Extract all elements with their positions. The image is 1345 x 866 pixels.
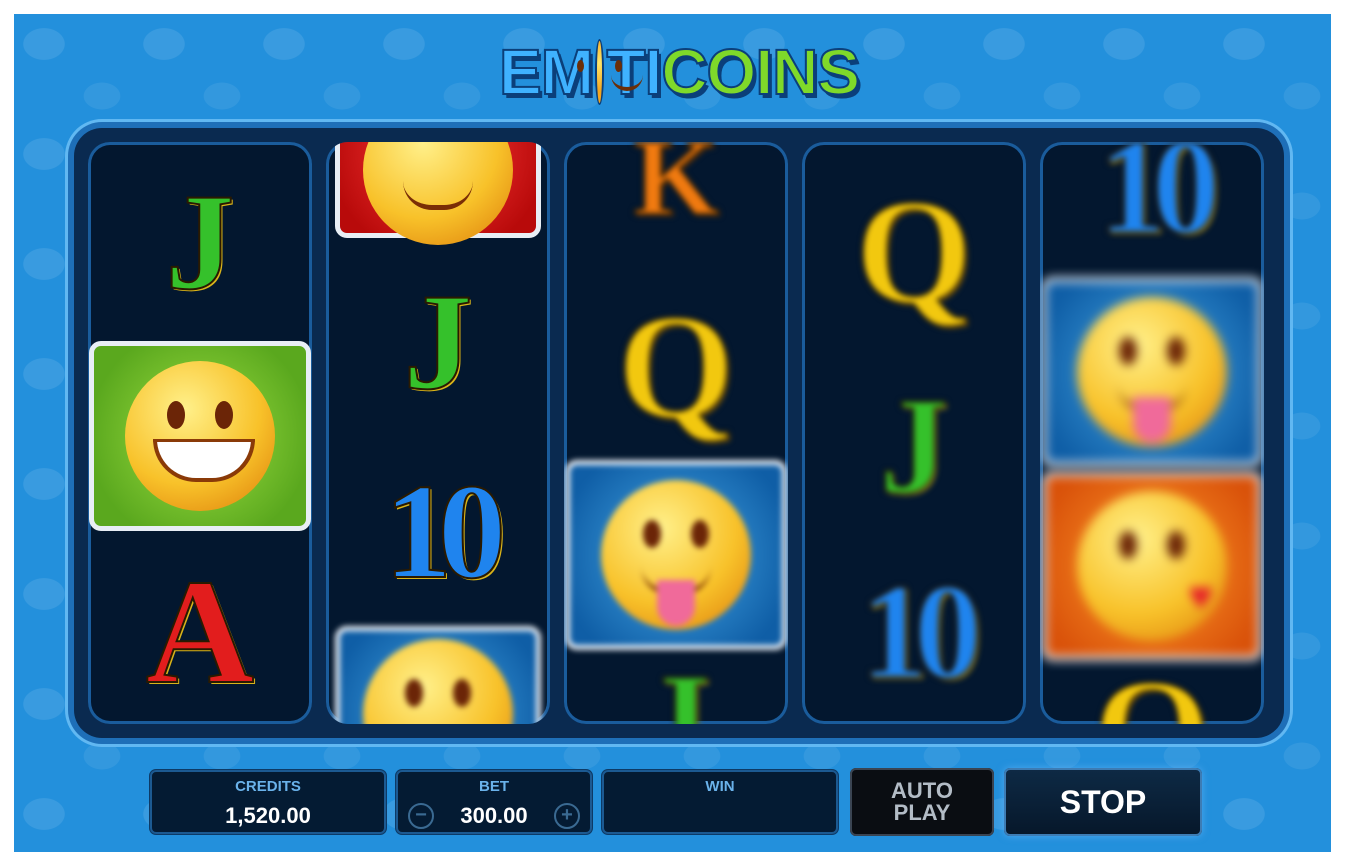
- symbol-wink-emoji: [326, 626, 550, 724]
- logo-smiley-icon: [576, 39, 643, 105]
- smile-tile: [89, 341, 311, 531]
- auto-play-button[interactable]: AUTO PLAY: [850, 768, 994, 836]
- symbol-j-glyph: J: [879, 369, 950, 522]
- symbol-k-glyph: K: [632, 142, 720, 238]
- symbol-j-glyph: J: [165, 165, 236, 318]
- game-logo: EM TI COINS: [498, 26, 861, 118]
- symbol-q: Q: [1040, 656, 1264, 724]
- stop-button[interactable]: STOP: [1004, 768, 1202, 836]
- symbol-cool-emoji: [326, 142, 550, 245]
- bet-label: BET: [479, 778, 509, 795]
- symbol-q: Q: [564, 282, 788, 452]
- tongue-face-icon: [601, 480, 751, 630]
- reel-5: 10 ♥ Q: [1040, 142, 1264, 724]
- symbol-10-glyph: 10: [1097, 142, 1221, 262]
- symbol-10-glyph: 10: [383, 457, 507, 607]
- symbol-a-glyph: A: [145, 549, 255, 715]
- reel-1: J A: [88, 142, 312, 724]
- symbol-tongue-emoji: [1040, 276, 1264, 468]
- logo-text-em: EM: [498, 35, 595, 109]
- reel-area: J A J 10 K Q J Q J 10 10 ♥: [74, 128, 1284, 738]
- symbol-smile-emoji: [88, 338, 312, 534]
- auto-play-label-line2: PLAY: [893, 800, 951, 825]
- symbol-j: J: [88, 162, 312, 322]
- symbol-10: 10: [1040, 142, 1264, 262]
- bet-panel: BET 300.00 − +: [396, 770, 592, 834]
- symbol-a: A: [88, 552, 312, 712]
- win-label: WIN: [705, 778, 735, 795]
- smiley-face-icon: [125, 361, 275, 511]
- reel-3: K Q J: [564, 142, 788, 724]
- symbol-tongue-emoji: [564, 460, 788, 650]
- cool-tile: [335, 142, 541, 245]
- symbol-j-glyph: J: [403, 265, 474, 418]
- symbol-kiss-emoji: ♥: [1040, 470, 1264, 662]
- tongue-tile: [565, 460, 787, 650]
- symbol-j-glyph: J: [641, 645, 712, 725]
- symbol-q-glyph: Q: [617, 284, 736, 450]
- symbol-j: J: [564, 652, 788, 725]
- credits-panel: CREDITS 1,520.00: [150, 770, 386, 834]
- sunglasses-face-icon: [363, 142, 513, 245]
- bet-increase-button[interactable]: +: [554, 803, 580, 829]
- reel-2: J 10: [326, 142, 550, 724]
- logo-text-coins: COINS: [660, 35, 861, 109]
- symbol-10: 10: [326, 452, 550, 612]
- wink-tile: [335, 626, 541, 724]
- credits-value: 1,520.00: [225, 803, 311, 828]
- symbol-j: J: [802, 366, 1026, 526]
- kissing-face-icon: ♥: [1077, 491, 1227, 641]
- symbol-10: 10: [802, 552, 1026, 712]
- symbol-k: K: [564, 142, 788, 242]
- winking-face-icon: [363, 639, 513, 724]
- win-panel: WIN: [602, 770, 838, 834]
- symbol-q: Q: [802, 172, 1026, 332]
- symbol-q-glyph: Q: [1093, 656, 1212, 724]
- symbol-q-glyph: Q: [855, 169, 974, 335]
- reel-4: Q J 10: [802, 142, 1026, 724]
- credits-label: CREDITS: [235, 778, 301, 795]
- game-frame: EM TI COINS J A J 10 K Q J Q J 10 10 ♥ C…: [14, 14, 1331, 852]
- tongue-face-icon: [1077, 297, 1227, 447]
- symbol-10-glyph: 10: [859, 557, 983, 707]
- tongue-tile: [1041, 277, 1263, 467]
- symbol-j: J: [326, 262, 550, 422]
- kiss-tile: ♥: [1041, 471, 1263, 661]
- bet-decrease-button[interactable]: −: [408, 803, 434, 829]
